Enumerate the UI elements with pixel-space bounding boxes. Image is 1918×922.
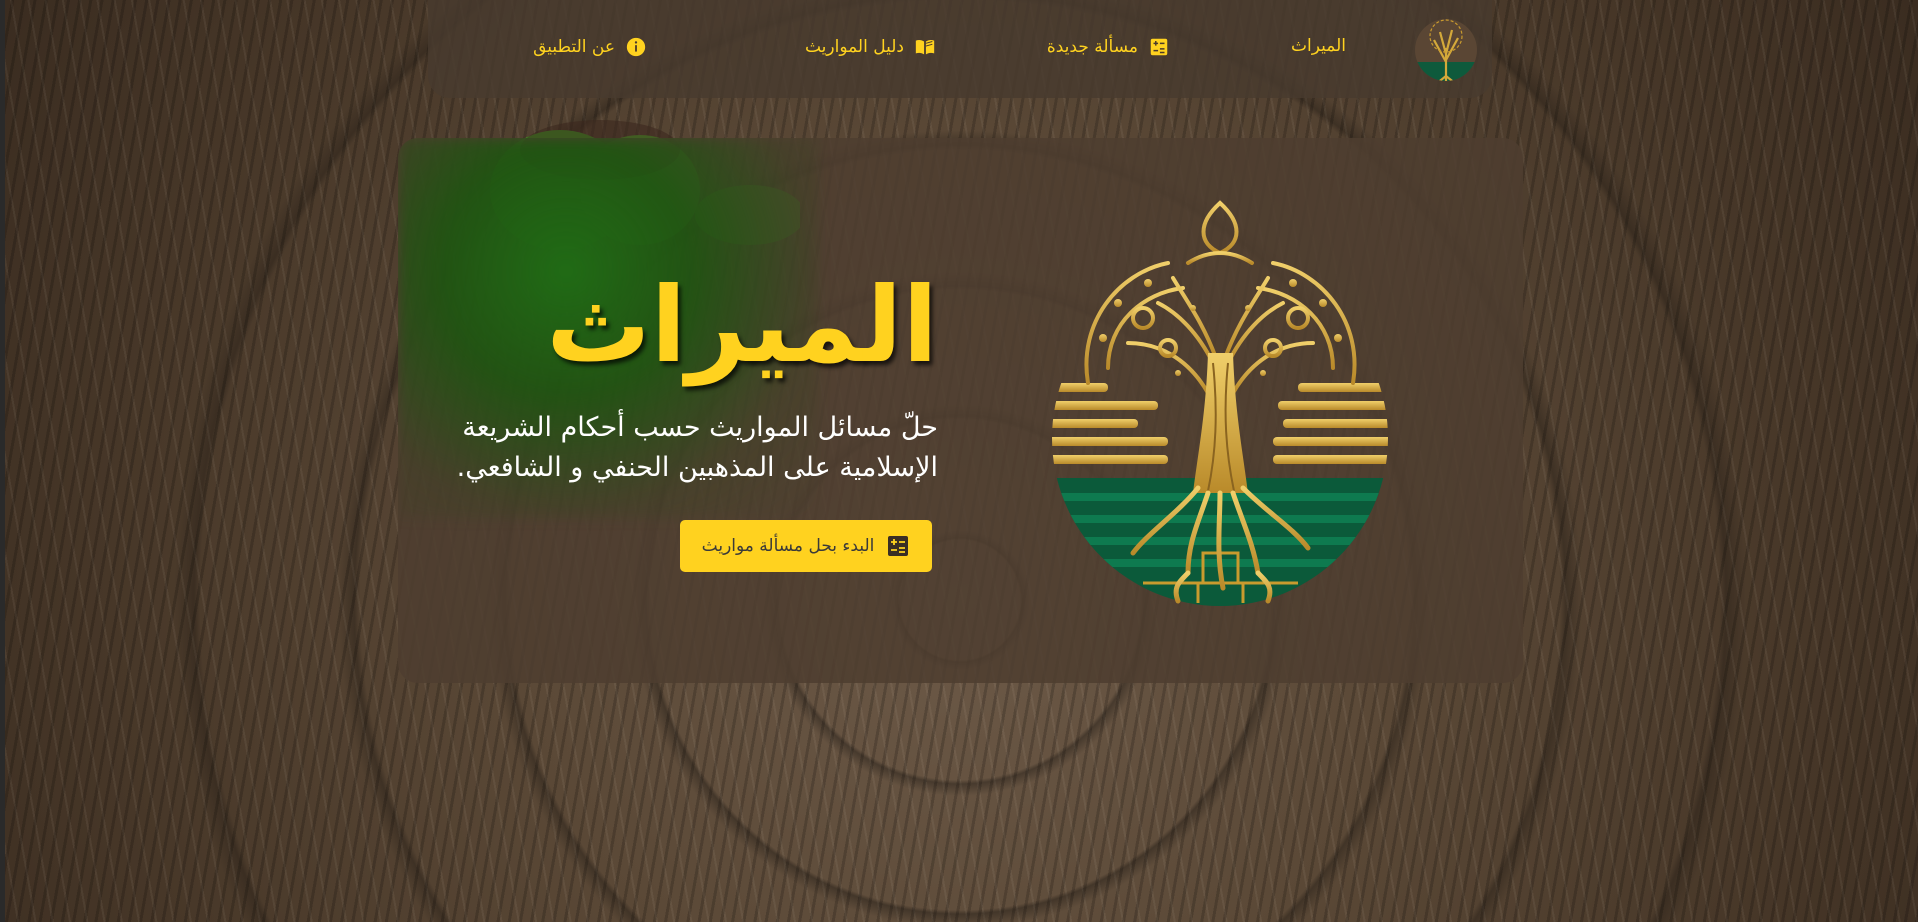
- nav-brand[interactable]: الميراث: [1291, 36, 1346, 56]
- start-problem-label: البدء بحل مسألة مواريث: [701, 536, 875, 556]
- hero-card: الميراث حلّ مسائل المواريث حسب أحكام الش…: [398, 138, 1523, 683]
- start-problem-button[interactable]: البدء بحل مسألة مواريث: [680, 520, 932, 572]
- tree-emblem-icon: [1052, 200, 1388, 606]
- navbar: الميراث مسألة جديدة دليل المواريث عن الت…: [428, 0, 1492, 98]
- book-open-icon: [915, 39, 935, 55]
- nav-item-about[interactable]: عن التطبيق: [533, 36, 647, 58]
- window-edge: [0, 0, 5, 922]
- nav-item-new-problem[interactable]: مسألة جديدة: [1047, 36, 1170, 58]
- nav-item-label: دليل المواريث: [804, 37, 904, 57]
- nav-item-guide[interactable]: دليل المواريث: [805, 36, 936, 58]
- info-icon: [626, 37, 646, 57]
- hero-title: الميراث: [546, 264, 938, 386]
- hero-description: حلّ مسائل المواريث حسب أحكام الشريعة الإ…: [456, 412, 938, 483]
- nav-item-label: مسألة جديدة: [1046, 37, 1138, 57]
- tree-logo-icon[interactable]: [1414, 10, 1478, 88]
- calculator-icon: [1150, 38, 1168, 56]
- nav-item-label: عن التطبيق: [533, 37, 615, 57]
- calculator-icon: [888, 536, 909, 556]
